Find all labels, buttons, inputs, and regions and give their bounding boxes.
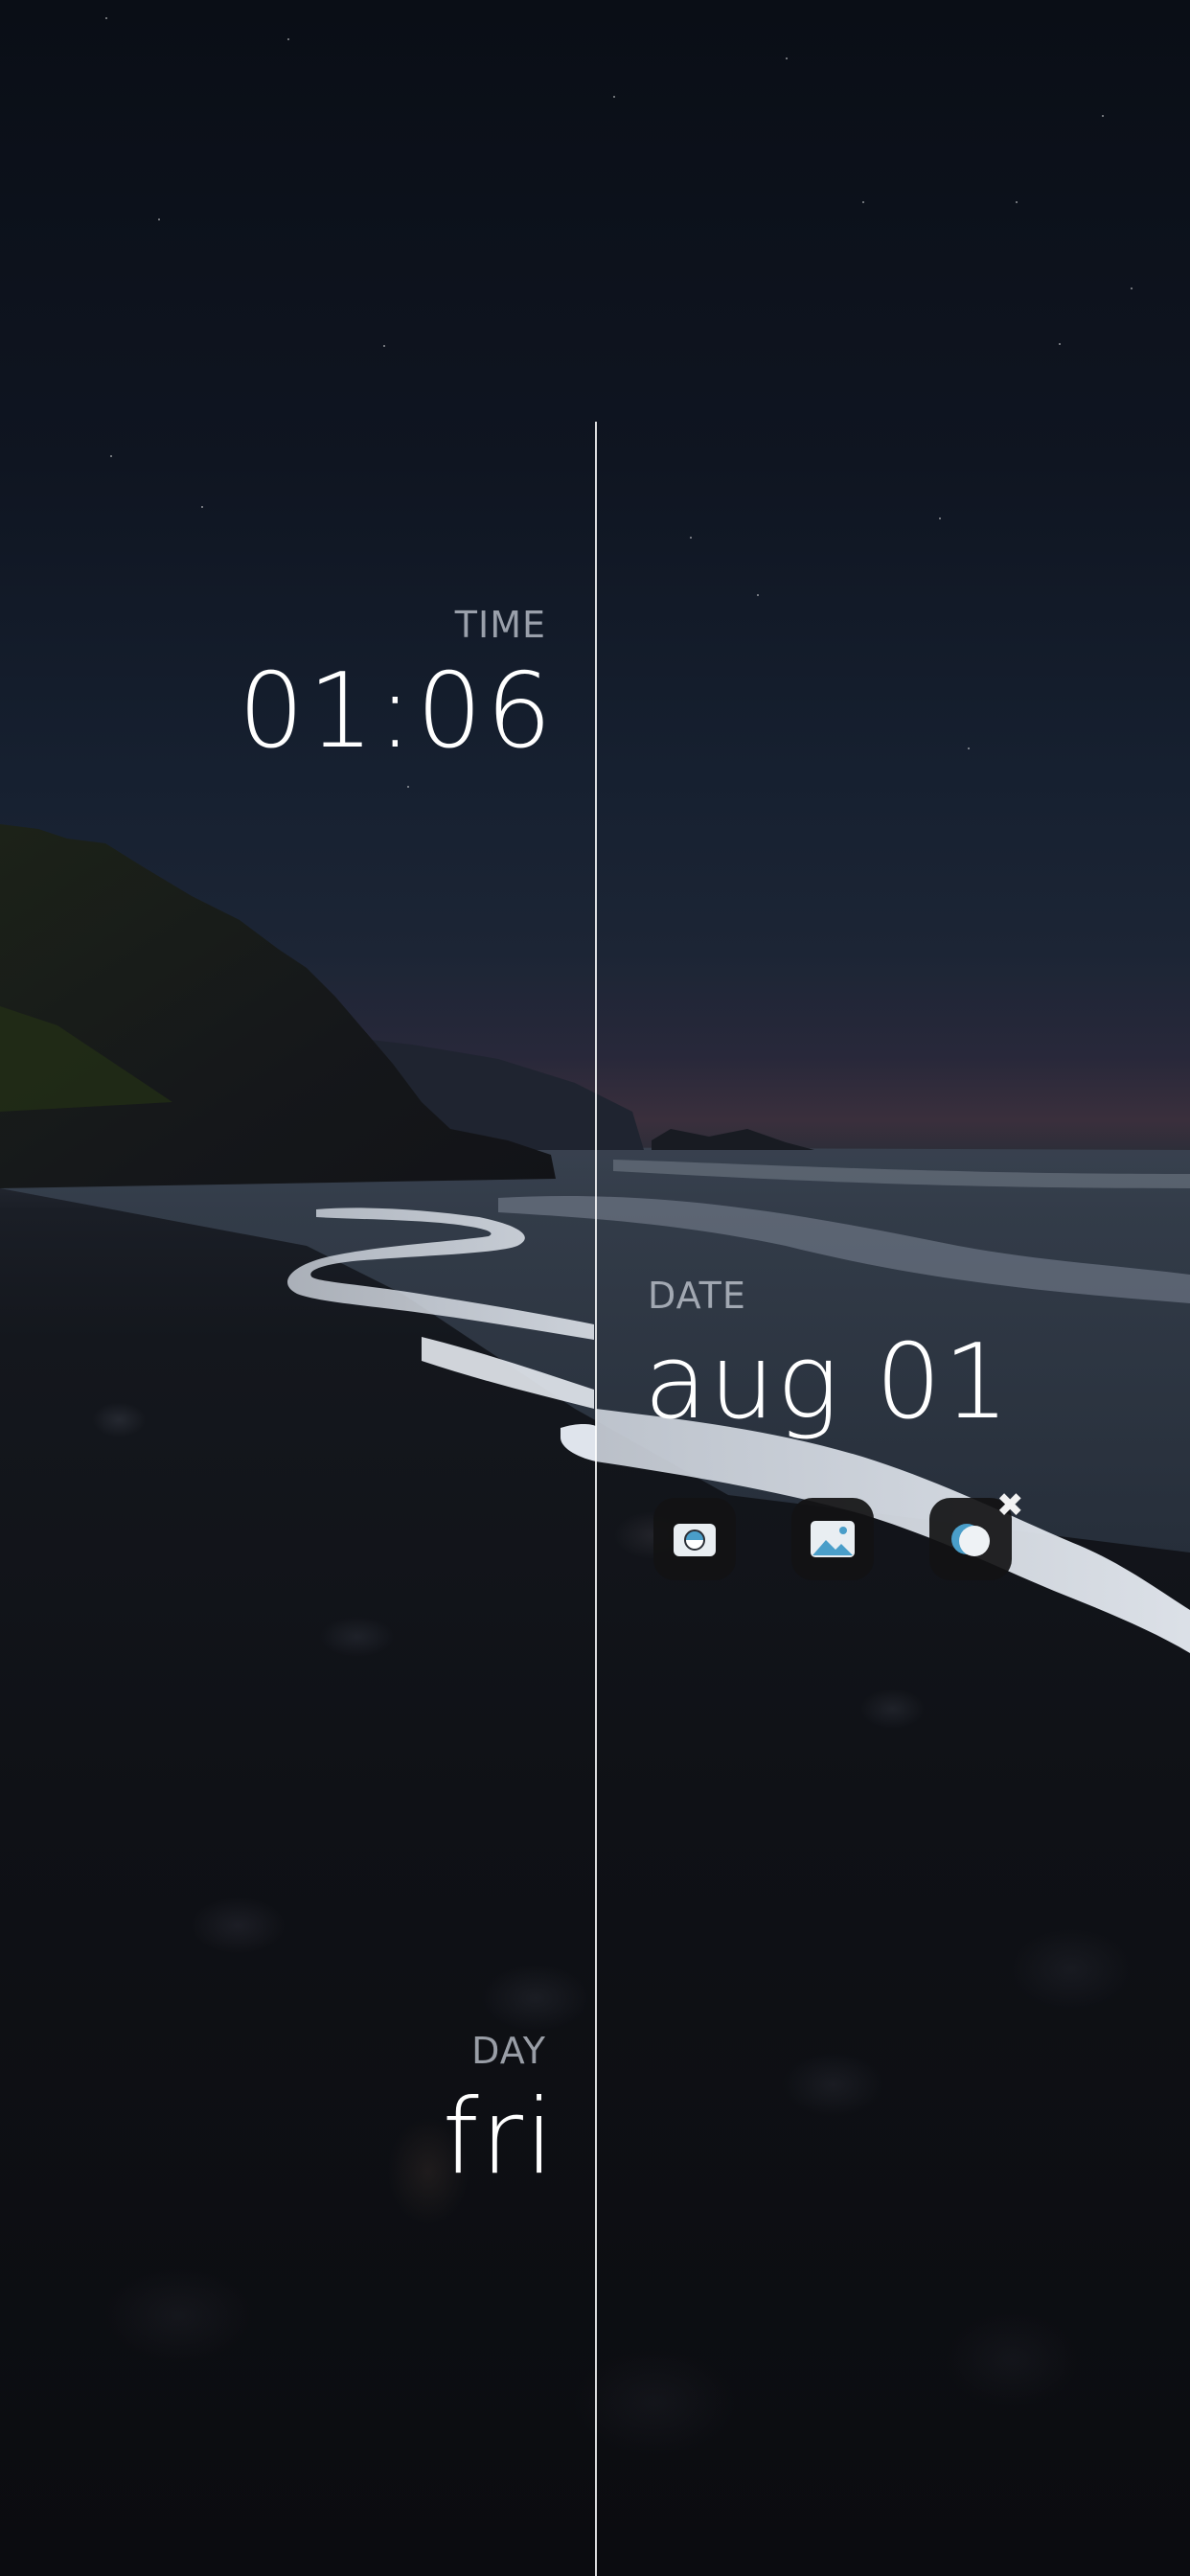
date-label: DATE [648,1275,746,1317]
theme-toggle-icon [951,1524,990,1556]
divider-line [595,422,597,2576]
camera-button[interactable] [653,1498,736,1580]
gallery-icon [811,1521,855,1557]
time-label: TIME [454,604,546,646]
date-value: aug 01 [644,1322,1012,1442]
time-value: 01:06 [238,652,556,771]
day-value: fri [442,2078,556,2197]
gallery-button[interactable] [791,1498,874,1580]
close-icon[interactable]: ✖ [996,1489,1024,1522]
lockscreen: TIME 01:06 DATE aug 01 ✖ DAY fri [0,0,1190,2576]
day-label: DAY [471,2030,546,2072]
camera-icon [674,1524,716,1556]
